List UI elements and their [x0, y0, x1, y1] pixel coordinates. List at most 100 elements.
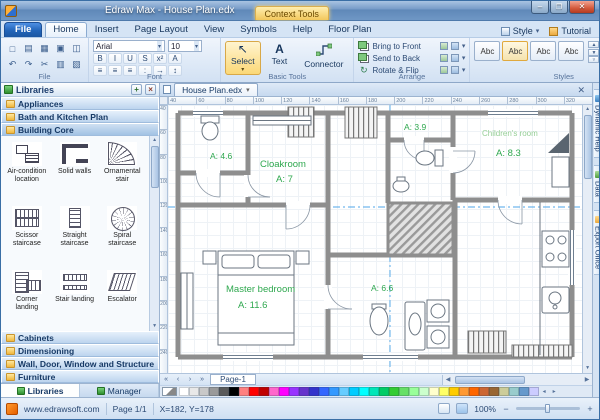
gallery-up-icon[interactable]: ▲ [588, 41, 599, 48]
scroll-up-icon[interactable] [152, 136, 157, 145]
library-category-bar[interactable]: Furniture [1, 370, 159, 383]
font-family-select[interactable]: Arial▾ [93, 40, 165, 52]
color-swatch[interactable] [259, 387, 269, 396]
side-panel-tab[interactable]: Data [594, 165, 600, 203]
color-swatch[interactable] [329, 387, 339, 396]
color-swatch[interactable] [269, 387, 279, 396]
close-icon[interactable] [569, 1, 595, 14]
scroll-thumb[interactable] [151, 146, 159, 188]
font-color-icon[interactable]: A [168, 53, 182, 64]
color-swatch[interactable] [519, 387, 529, 396]
color-swatch[interactable] [289, 387, 299, 396]
print-preview-icon[interactable]: ◫ [69, 41, 84, 56]
cut-icon[interactable]: ✂ [37, 57, 52, 72]
color-swatch[interactable] [369, 387, 379, 396]
scroll-down-icon[interactable] [152, 322, 157, 331]
library-item[interactable]: Scissor staircase [3, 203, 51, 267]
tutorial-button[interactable]: Tutorial [544, 25, 596, 37]
no-fill-swatch[interactable] [162, 387, 177, 396]
color-swatch[interactable] [319, 387, 329, 396]
panel-tab[interactable]: Libraries [1, 384, 80, 397]
kitchen-island[interactable] [468, 331, 506, 353]
previous-page-icon[interactable] [172, 376, 184, 383]
style-preview-tile[interactable]: Abc [530, 41, 556, 61]
send-to-back[interactable]: Send to Back ▾ [358, 53, 465, 63]
arrange-mini-icon[interactable] [440, 42, 448, 50]
color-swatch[interactable] [239, 387, 249, 396]
maximize-icon[interactable] [550, 1, 568, 14]
library-item[interactable]: Solid walls [51, 139, 99, 203]
color-swatch[interactable] [299, 387, 309, 396]
color-swatch[interactable] [339, 387, 349, 396]
website-link[interactable]: www.edrawsoft.com [24, 404, 100, 414]
style-preview-tile[interactable]: Abc [558, 41, 584, 61]
page-tab[interactable]: Page-1 [210, 374, 256, 385]
color-swatch[interactable] [179, 387, 189, 396]
panel-tab[interactable]: Manager [80, 384, 159, 397]
ribbon-tab[interactable]: Help [285, 22, 321, 37]
color-swatch[interactable] [489, 387, 499, 396]
color-swatch[interactable] [199, 387, 209, 396]
color-swatch[interactable] [359, 387, 369, 396]
scroll-up-icon[interactable] [585, 105, 590, 114]
zoom-out-icon[interactable]: − [502, 404, 510, 414]
library-item[interactable]: Spiral staircase [98, 203, 146, 267]
arrange-mini-icon[interactable] [451, 54, 459, 62]
ribbon-tab[interactable]: Floor Plan [320, 22, 379, 37]
horizontal-scrollbar[interactable] [442, 375, 592, 385]
color-swatch[interactable] [389, 387, 399, 396]
ribbon-tab[interactable]: Home [45, 22, 86, 37]
zoom-mode-icon[interactable] [456, 403, 468, 414]
vertical-scrollbar[interactable] [582, 105, 592, 373]
library-item[interactable]: Corner landing [3, 267, 51, 331]
color-swatch[interactable] [459, 387, 469, 396]
floor-plan[interactable]: A: 4.6 Cloakroom A: 7 A: 3.9 Children's … [168, 105, 582, 373]
color-swatch[interactable] [439, 387, 449, 396]
minimize-icon[interactable] [531, 1, 549, 14]
bold-icon[interactable]: B [93, 53, 107, 64]
ribbon-tab[interactable]: Symbols [232, 22, 284, 37]
library-scrollbar[interactable] [149, 136, 159, 331]
color-swatch[interactable] [409, 387, 419, 396]
add-library-icon[interactable] [131, 84, 142, 95]
gallery-more-icon[interactable]: ▿ [588, 56, 599, 63]
stair-hatch[interactable] [345, 107, 377, 138]
library-category-bar[interactable]: Cabinets [1, 331, 159, 344]
color-swatch[interactable] [419, 387, 429, 396]
library-item[interactable]: Air-condition location [3, 139, 51, 203]
library-item[interactable]: Straight staircase [51, 203, 99, 267]
undo-icon[interactable]: ↶ [5, 57, 20, 72]
italic-icon[interactable]: I [108, 53, 122, 64]
close-document-icon[interactable]: ✕ [574, 85, 590, 96]
color-swatch[interactable] [229, 387, 239, 396]
scroll-thumb[interactable] [455, 376, 525, 384]
last-page-icon[interactable] [196, 376, 208, 383]
color-swatch[interactable] [249, 387, 259, 396]
library-item[interactable]: Stair landing [51, 267, 99, 331]
side-panel-tab[interactable]: Export Office [594, 210, 600, 275]
scroll-left-icon[interactable] [443, 376, 453, 383]
new-icon[interactable]: □ [5, 41, 20, 56]
first-page-icon[interactable] [160, 376, 172, 383]
color-swatch[interactable] [309, 387, 319, 396]
style-preview-tile[interactable]: Abc [502, 41, 528, 61]
library-item[interactable]: Ornamental stair [98, 139, 146, 203]
color-swatch[interactable] [499, 387, 509, 396]
color-swatch[interactable] [529, 387, 539, 396]
copy-icon[interactable]: ▥ [53, 57, 68, 72]
scroll-right-icon[interactable] [582, 376, 592, 383]
stove[interactable] [542, 231, 569, 267]
fit-page-icon[interactable] [438, 403, 450, 414]
print-icon[interactable]: ▣ [53, 41, 68, 56]
color-swatch[interactable] [209, 387, 219, 396]
save-icon[interactable]: ▦ [37, 41, 52, 56]
library-category-bar[interactable]: Appliances [1, 97, 159, 110]
connector-tool-button[interactable]: Connector [298, 41, 349, 71]
library-category-bar[interactable]: Wall, Door, Window and Structure [1, 357, 159, 370]
file-menu-button[interactable]: File [4, 22, 42, 37]
shaft-hatch[interactable] [388, 203, 453, 255]
strikethrough-icon[interactable]: S [138, 53, 152, 64]
color-swatch[interactable] [509, 387, 519, 396]
color-swatch[interactable] [429, 387, 439, 396]
next-page-icon[interactable] [184, 376, 196, 383]
